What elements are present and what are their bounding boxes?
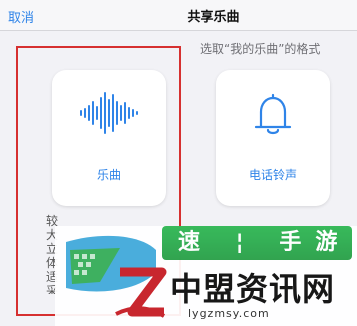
watermark-z-icon xyxy=(115,267,167,318)
ringtone-format-option[interactable]: 电话铃声 xyxy=(216,70,330,206)
ringtone-format-label: 电话铃声 xyxy=(248,168,297,182)
watermark-brand: 中盟资讯网 xyxy=(170,270,336,308)
watermark-domain: lygzmsy.com xyxy=(188,307,270,320)
bell-icon xyxy=(254,93,292,135)
page-title: 共享乐曲 xyxy=(187,10,240,25)
watermark-banner: 速 ¦ 手游 xyxy=(162,226,352,260)
format-subtitle: 选取“我的乐曲”的格式 xyxy=(200,42,321,56)
nav-bar: 取消 共享乐曲 xyxy=(0,0,357,31)
